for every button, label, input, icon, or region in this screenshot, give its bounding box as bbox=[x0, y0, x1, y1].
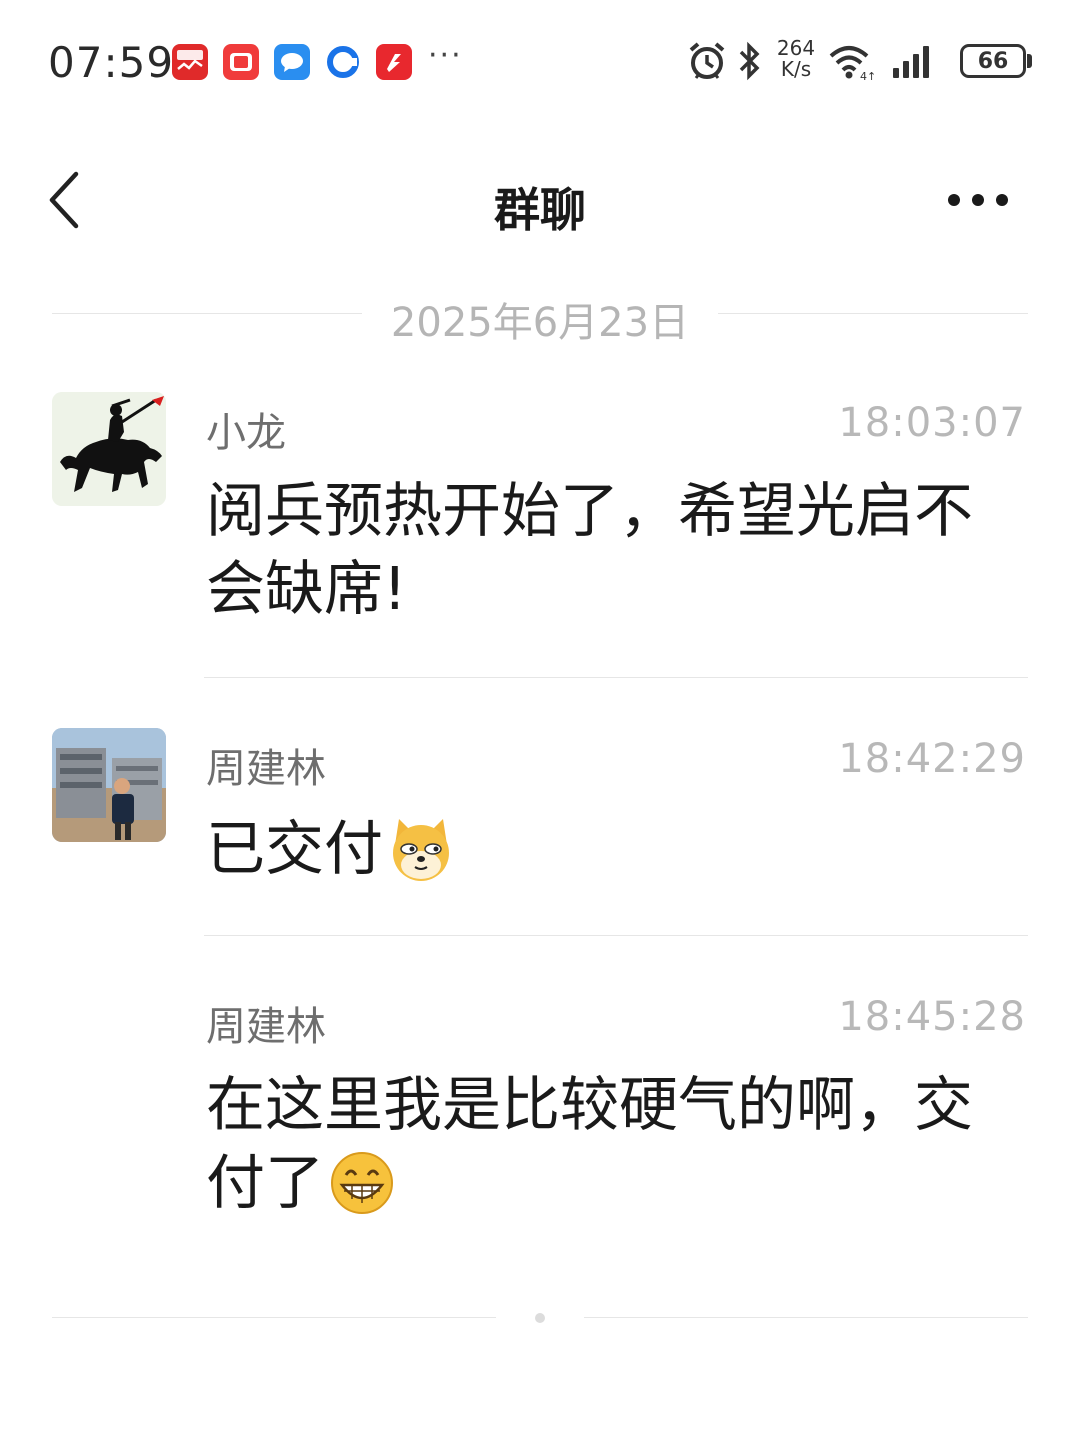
battery-level: 66 bbox=[960, 44, 1026, 78]
chat-header: 群聊 bbox=[0, 150, 1080, 250]
person-factory-avatar bbox=[52, 728, 166, 842]
message-separator bbox=[204, 677, 1028, 678]
browser-app-icon bbox=[325, 44, 361, 80]
doge-emoji bbox=[393, 818, 450, 881]
red-book-app-icon bbox=[223, 44, 259, 80]
message-content: 在这里我是比较硬气的啊，交付了 bbox=[206, 1066, 1006, 1222]
more-dots-icon bbox=[948, 194, 1008, 206]
bluetooth-icon bbox=[739, 41, 760, 81]
divider-line bbox=[718, 313, 1028, 314]
chat-screen: 07:59 ··· 264 K/s 4↑ 66 群聊 2025年6月23日 小龙… bbox=[0, 0, 1080, 1456]
message-text: 已交付 bbox=[206, 814, 384, 883]
date-divider: 2025年6月23日 bbox=[52, 290, 1028, 346]
divider-dot bbox=[535, 1313, 545, 1323]
alarm-icon bbox=[689, 42, 725, 79]
message-time: 18:42:29 bbox=[838, 736, 1026, 782]
signal-icon bbox=[893, 46, 929, 78]
message-time: 18:45:28 bbox=[838, 994, 1026, 1040]
avatar[interactable] bbox=[52, 728, 166, 842]
network-speed-value: 264 bbox=[776, 36, 816, 60]
grin-emoji bbox=[331, 1151, 394, 1214]
sender-name[interactable]: 小龙 bbox=[206, 400, 286, 458]
status-time: 07:59 bbox=[48, 38, 175, 87]
message-item[interactable]: 周建林 18:42:29 已交付 bbox=[0, 728, 1080, 928]
message-app-icon bbox=[274, 44, 310, 80]
battery-icon bbox=[1027, 54, 1032, 68]
date-label: 2025年6月23日 bbox=[390, 300, 690, 346]
divider-line bbox=[584, 1317, 1028, 1318]
sender-name[interactable]: 周建林 bbox=[206, 736, 326, 794]
status-bar: 07:59 ··· 264 K/s 4↑ 66 bbox=[0, 0, 1080, 120]
divider-line bbox=[52, 1317, 496, 1318]
sender-name[interactable]: 周建林 bbox=[206, 994, 326, 1052]
horse-rider-avatar bbox=[52, 392, 166, 506]
stock-app-icon bbox=[172, 44, 208, 80]
wifi-icon: 4↑ bbox=[829, 46, 875, 82]
news-app-icon bbox=[376, 44, 412, 80]
message-item[interactable]: 小龙 18:03:07 阅兵预热开始了，希望光启不会缺席! bbox=[0, 392, 1080, 682]
message-text: 阅兵预热开始了，希望光启不会缺席! bbox=[206, 476, 974, 623]
message-separator bbox=[204, 935, 1028, 936]
more-options-button[interactable] bbox=[944, 180, 1024, 220]
svg-text:4↑: 4↑ bbox=[860, 70, 875, 82]
message-content: 已交付 bbox=[206, 810, 1006, 888]
more-notifications-icon: ··· bbox=[428, 38, 463, 73]
network-speed-unit: K/s bbox=[780, 57, 812, 81]
message-text: 在这里我是比较硬气的啊，交付了 bbox=[206, 1070, 974, 1217]
page-title: 群聊 bbox=[494, 183, 586, 237]
network-speed: 264 K/s bbox=[775, 38, 817, 80]
status-indicators: 264 K/s 4↑ 66 bbox=[687, 38, 1032, 84]
message-time: 18:03:07 bbox=[838, 400, 1026, 446]
avatar[interactable] bbox=[52, 392, 166, 506]
bottom-divider bbox=[52, 1308, 1028, 1328]
message-item[interactable]: 周建林 18:45:28 在这里我是比较硬气的啊，交付了 bbox=[0, 986, 1080, 1226]
